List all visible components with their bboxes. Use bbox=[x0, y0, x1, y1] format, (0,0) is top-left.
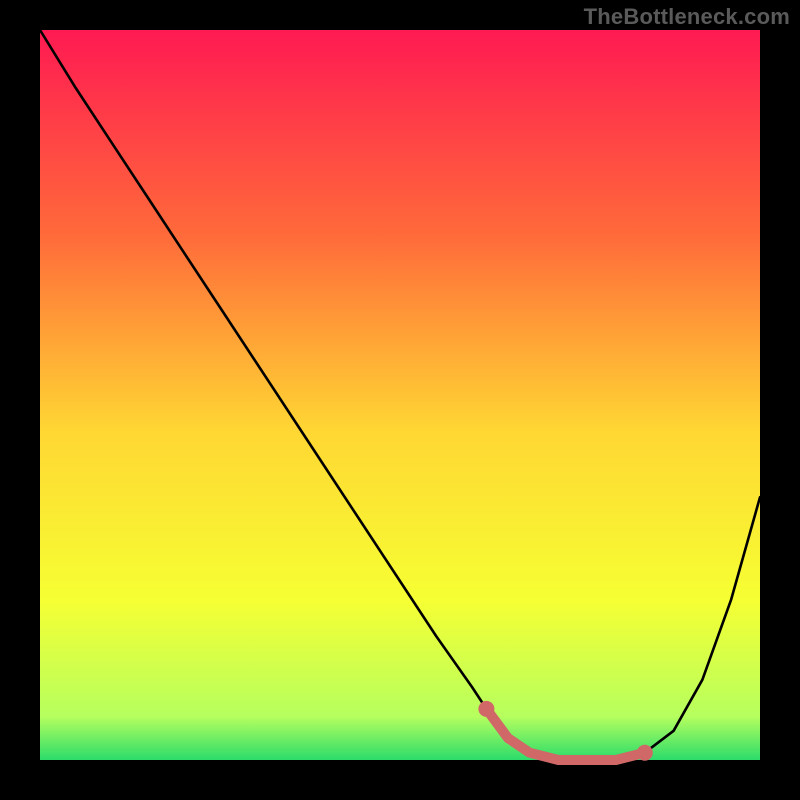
chart-frame: TheBottleneck.com bbox=[0, 0, 800, 800]
bottleneck-chart bbox=[0, 0, 800, 800]
gradient-plot-area bbox=[40, 30, 760, 760]
optimal-range-start-dot bbox=[478, 701, 494, 717]
optimal-range-end-dot bbox=[637, 745, 653, 761]
watermark-text: TheBottleneck.com bbox=[584, 4, 790, 30]
